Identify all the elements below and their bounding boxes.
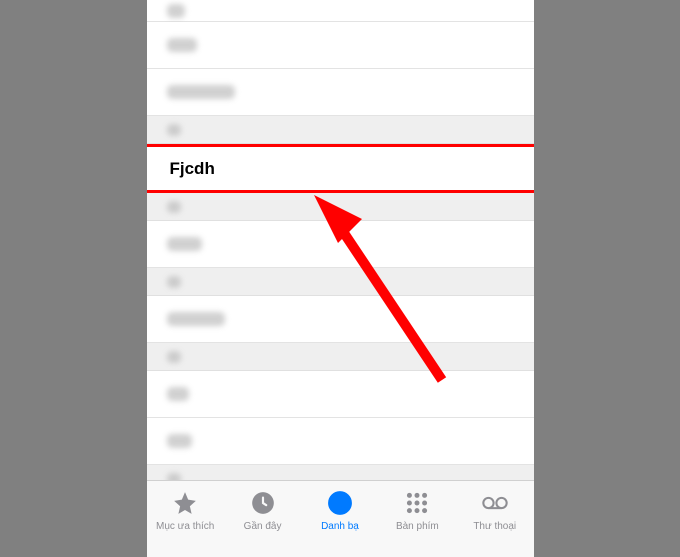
voicemail-icon — [481, 489, 509, 517]
tab-label: Danh bạ — [321, 521, 359, 532]
tab-label: Thư thoại — [473, 521, 516, 532]
contact-name: Fjcdh — [167, 159, 215, 179]
section-header — [147, 116, 534, 144]
contact-row[interactable] — [147, 22, 534, 69]
contact-row[interactable] — [147, 296, 534, 343]
tab-contacts[interactable]: Danh bạ — [302, 489, 377, 532]
star-icon — [171, 489, 199, 517]
tab-favorites[interactable]: Mục ưa thích — [148, 489, 223, 532]
section-header — [147, 465, 534, 480]
section-header — [147, 343, 534, 371]
keypad-icon — [403, 489, 431, 517]
tab-label: Mục ưa thích — [156, 521, 214, 532]
phone-screen: Fjcdh Ô Ơ P Mục ưa thích — [147, 0, 534, 557]
section-header — [147, 193, 534, 221]
contact-icon — [326, 489, 354, 517]
contact-row[interactable] — [147, 371, 534, 418]
section-header — [147, 268, 534, 296]
tab-label: Gần đây — [244, 521, 282, 532]
contacts-list[interactable]: Fjcdh — [147, 0, 534, 480]
highlighted-contact-row[interactable]: Fjcdh — [147, 144, 534, 193]
contact-row[interactable] — [147, 418, 534, 465]
tab-voicemail[interactable]: Thư thoại — [457, 489, 532, 532]
tab-keypad[interactable]: Bàn phím — [380, 489, 455, 532]
contact-row[interactable] — [147, 69, 534, 116]
clock-icon — [249, 489, 277, 517]
tab-recents[interactable]: Gần đây — [225, 489, 300, 532]
contact-row[interactable] — [147, 221, 534, 268]
tab-bar: Mục ưa thích Gần đây Danh bạ Bàn phím — [147, 480, 534, 557]
contact-row[interactable] — [147, 0, 534, 22]
tab-label: Bàn phím — [396, 521, 439, 532]
